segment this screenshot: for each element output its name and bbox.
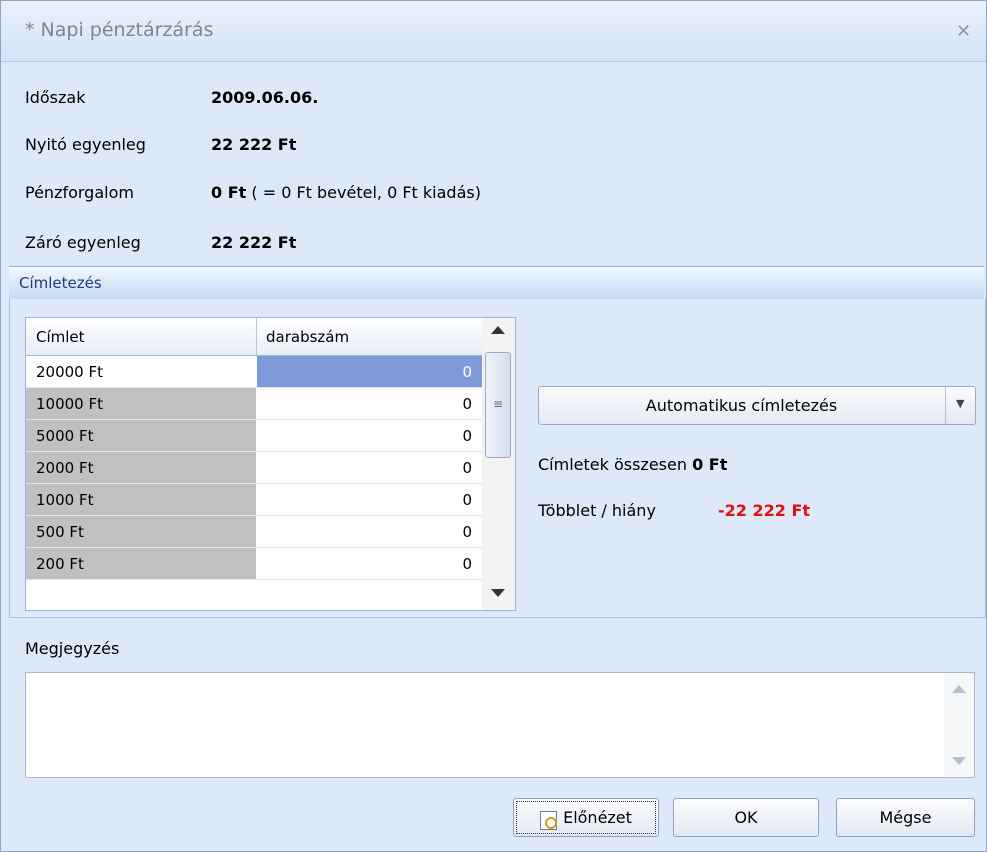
- closing-balance-value: 22 222 Ft: [211, 233, 297, 252]
- auto-denomination-button[interactable]: Automatikus címletezés ▼: [538, 386, 976, 425]
- denomination-cell: 500 Ft: [26, 516, 256, 547]
- denomination-cell: 20000 Ft: [26, 356, 256, 387]
- chevron-down-icon: ▼: [956, 397, 965, 410]
- count-cell[interactable]: 0: [257, 548, 482, 579]
- period-label: Időszak: [25, 88, 86, 107]
- cash-flow-amount: 0 Ft: [211, 183, 247, 202]
- denomination-grid: Címlet darabszám 20000 Ft 0 10000 Ft 0 5…: [25, 317, 516, 611]
- surplus-shortage-value: -22 222 Ft: [718, 501, 811, 520]
- cash-flow-value: 0 Ft ( = 0 Ft bevétel, 0 Ft kiadás): [211, 183, 481, 202]
- grid-scrollbar[interactable]: ≡: [482, 318, 515, 610]
- denomination-group-header: Címletezés: [9, 266, 984, 300]
- note-label: Megjegyzés: [25, 639, 120, 658]
- cash-closing-dialog: * Napi pénztárzárás ✕ Időszak 2009.06.06…: [0, 0, 987, 852]
- closing-balance-label: Záró egyenleg: [25, 233, 141, 252]
- title-bar: * Napi pénztárzárás ✕: [1, 1, 986, 62]
- denomination-cell: 200 Ft: [26, 548, 256, 579]
- opening-balance-label: Nyitó egyenleg: [25, 135, 146, 154]
- scroll-down-icon[interactable]: [491, 589, 505, 597]
- count-cell[interactable]: 0: [257, 356, 482, 387]
- denomination-group-title: Címletezés: [19, 274, 102, 292]
- table-row[interactable]: 2000 Ft 0: [26, 452, 482, 484]
- note-input[interactable]: [26, 673, 945, 777]
- table-row[interactable]: 200 Ft 0: [26, 548, 482, 580]
- note-scrollbar[interactable]: [944, 673, 974, 777]
- scroll-thumb[interactable]: ≡: [485, 352, 511, 458]
- table-row[interactable]: 5000 Ft 0: [26, 420, 482, 452]
- cash-flow-detail: ( = 0 Ft bevétel, 0 Ft kiadás): [246, 183, 481, 202]
- close-icon[interactable]: ✕: [956, 21, 971, 42]
- count-cell[interactable]: 0: [257, 388, 482, 419]
- scroll-up-icon[interactable]: [952, 685, 966, 693]
- period-value: 2009.06.06.: [211, 88, 319, 107]
- count-cell[interactable]: 0: [257, 420, 482, 451]
- ok-label: OK: [734, 808, 758, 827]
- surplus-shortage-label: Többlet / hiány: [538, 501, 656, 520]
- preview-icon: [540, 811, 558, 830]
- count-cell[interactable]: 0: [257, 452, 482, 483]
- scroll-up-icon[interactable]: [491, 326, 505, 334]
- cash-flow-label: Pénzforgalom: [25, 183, 134, 202]
- denomination-cell: 10000 Ft: [26, 388, 256, 419]
- denomination-total: Címletek összesen 0 Ft: [538, 455, 727, 474]
- column-header-count[interactable]: darabszám: [266, 328, 349, 346]
- denomination-cell: 2000 Ft: [26, 452, 256, 483]
- window-title: * Napi pénztárzárás: [25, 19, 214, 41]
- count-cell[interactable]: 0: [257, 484, 482, 515]
- column-header-denomination[interactable]: Címlet: [36, 328, 85, 346]
- grid-header: Címlet darabszám: [26, 318, 482, 356]
- denomination-cell: 5000 Ft: [26, 420, 256, 451]
- opening-balance-value: 22 222 Ft: [211, 135, 297, 154]
- preview-button[interactable]: Előnézet: [513, 798, 659, 837]
- denomination-total-label: Címletek összesen: [538, 455, 687, 474]
- count-cell[interactable]: 0: [257, 516, 482, 547]
- cancel-button[interactable]: Mégse: [836, 798, 975, 837]
- note-box: [25, 672, 975, 778]
- ok-button[interactable]: OK: [673, 798, 819, 837]
- column-separator: [256, 318, 257, 355]
- table-row[interactable]: 20000 Ft 0: [26, 356, 482, 388]
- scroll-down-icon[interactable]: [952, 757, 966, 765]
- table-row[interactable]: 10000 Ft 0: [26, 388, 482, 420]
- table-row[interactable]: 500 Ft 0: [26, 516, 482, 548]
- preview-label: Előnézet: [563, 808, 632, 827]
- cancel-label: Mégse: [879, 808, 932, 827]
- auto-denomination-label: Automatikus címletezés: [645, 396, 838, 415]
- table-row[interactable]: 1000 Ft 0: [26, 484, 482, 516]
- denomination-cell: 1000 Ft: [26, 484, 256, 515]
- denomination-total-value: 0 Ft: [692, 455, 728, 474]
- auto-denomination-dropdown[interactable]: ▼: [945, 387, 976, 424]
